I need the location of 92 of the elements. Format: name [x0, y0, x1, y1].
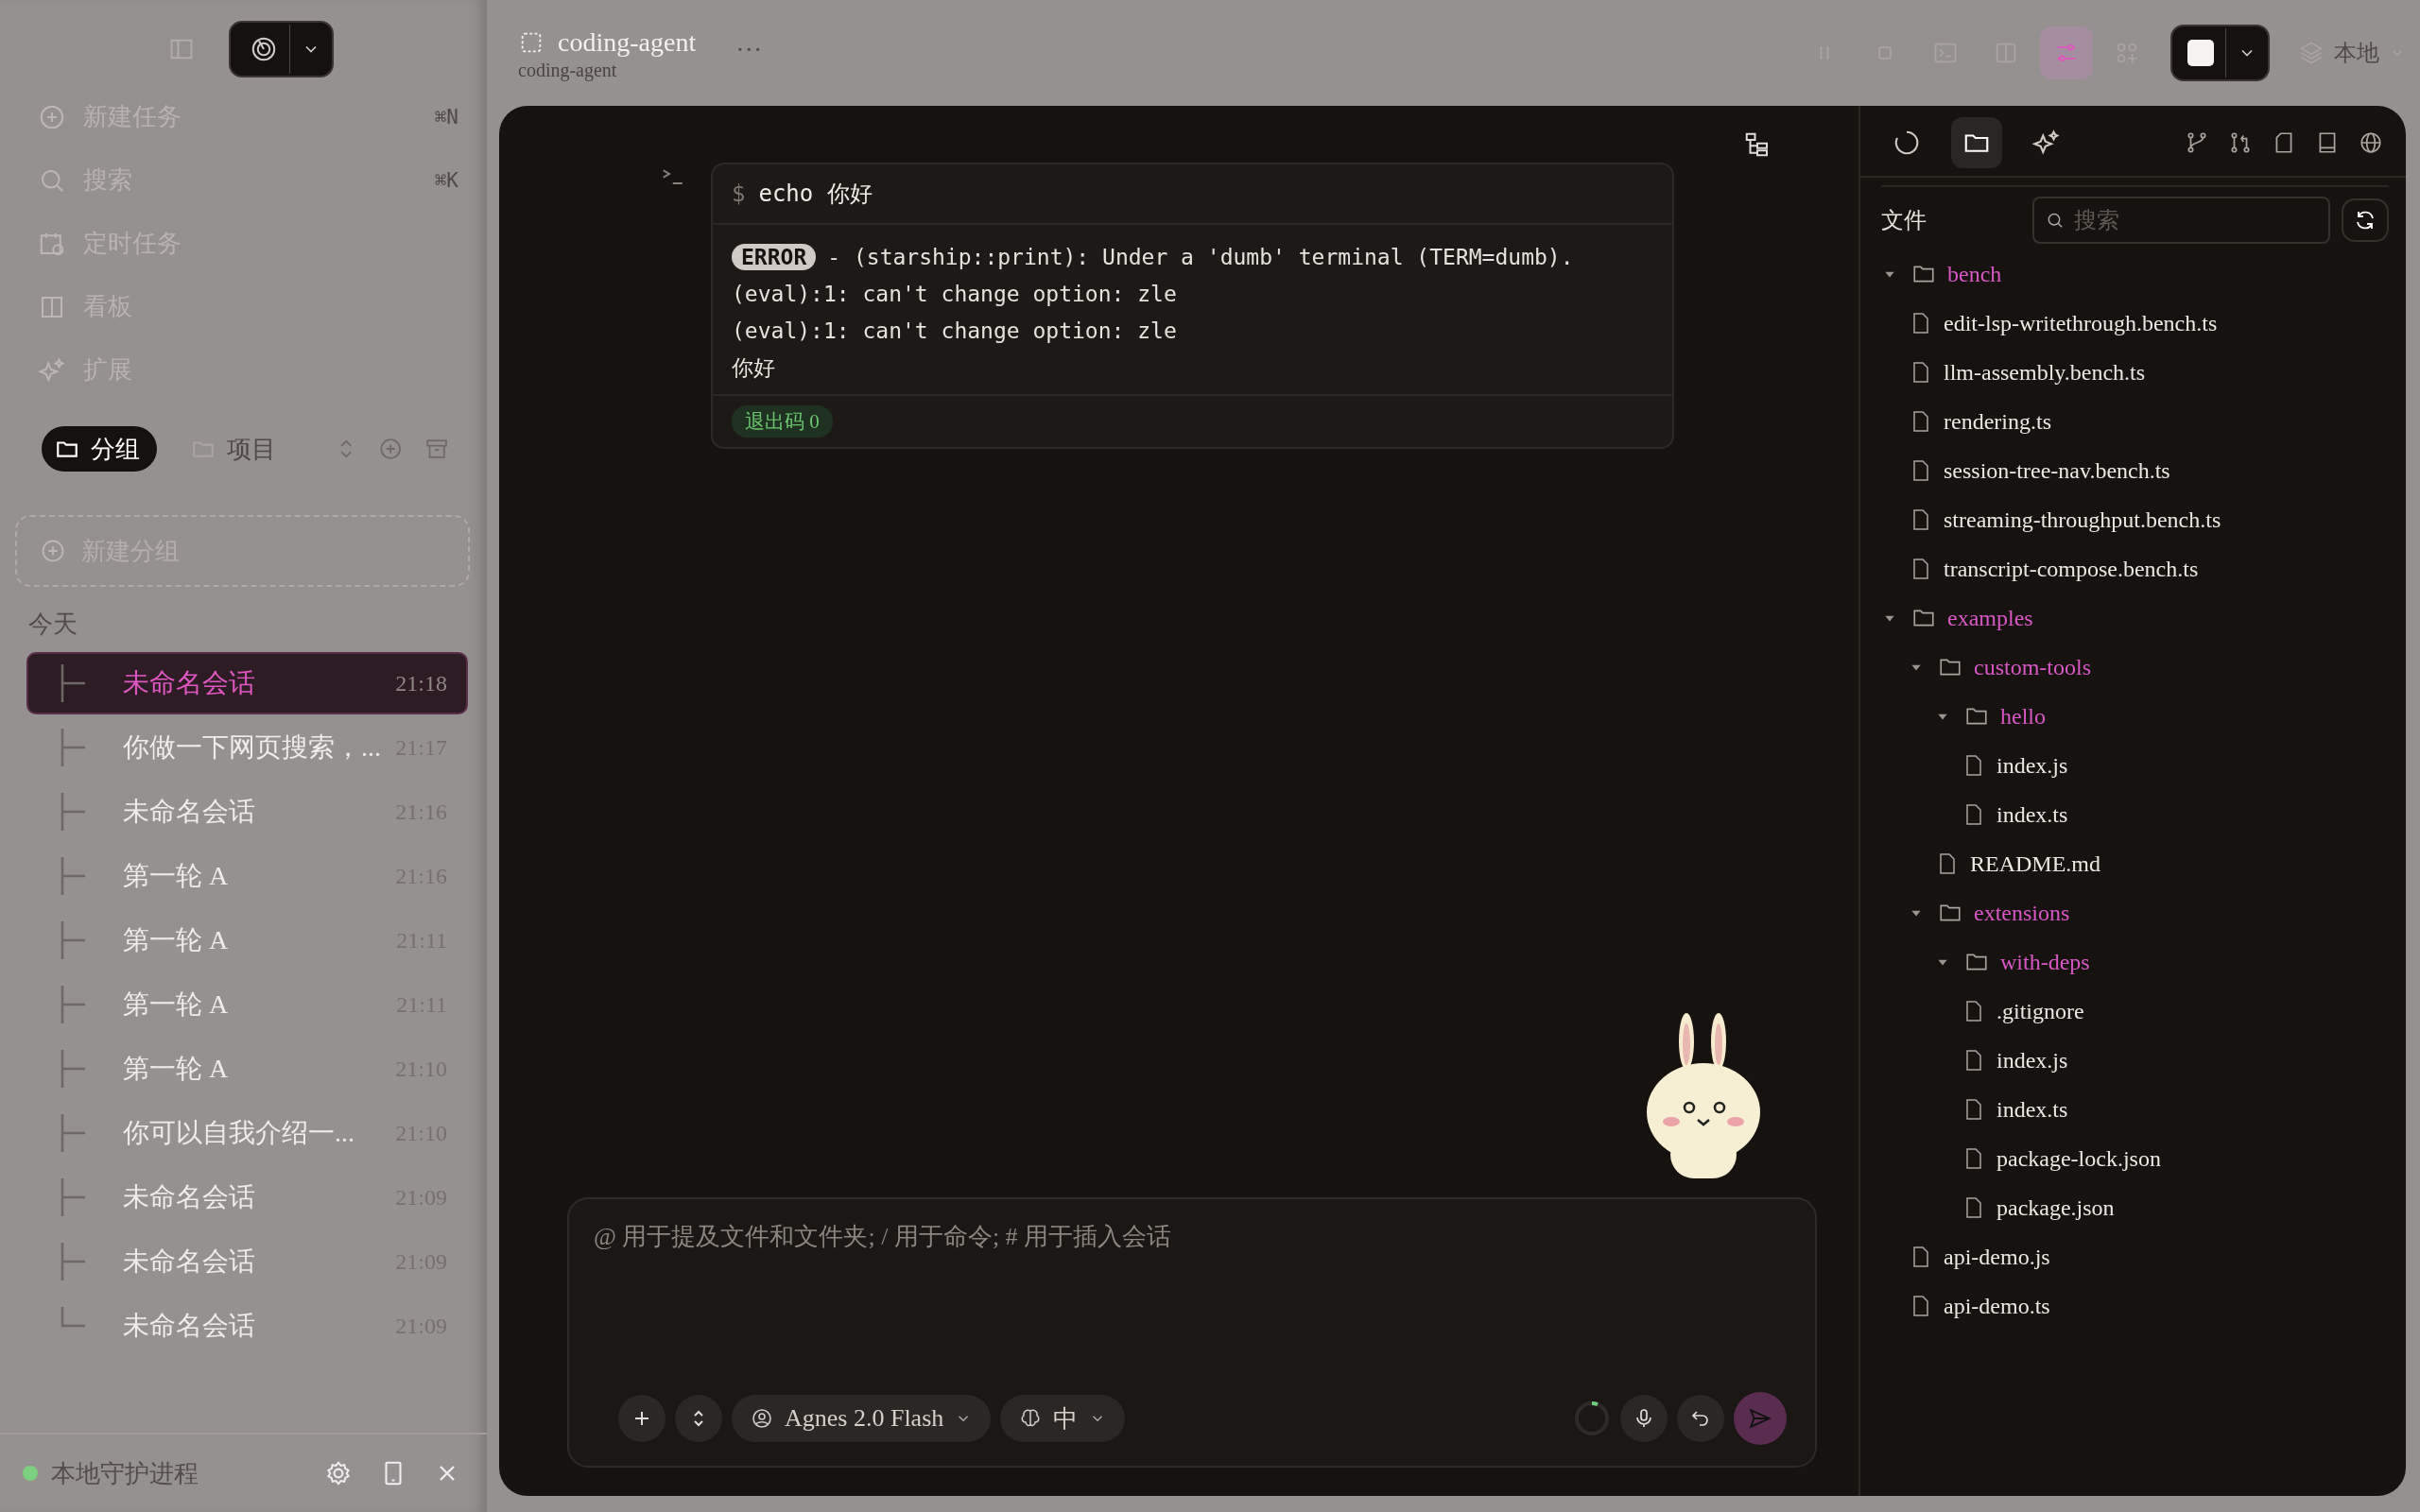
session-title: 未命名会话: [123, 1310, 255, 1342]
branch-icon[interactable]: [2185, 130, 2209, 155]
file-name[interactable]: api-demo.ts: [1944, 1293, 2050, 1319]
globe-icon[interactable]: [2359, 130, 2383, 155]
view-tab[interactable]: 项目: [178, 426, 293, 472]
user-circle-icon: [751, 1407, 773, 1430]
model-selector[interactable]: Agnes 2.0 Flash: [732, 1395, 992, 1442]
shortcut-label: ⌘N: [434, 105, 458, 129]
search-input[interactable]: 搜索: [2071, 206, 2317, 234]
prompt-symbol: $: [732, 180, 746, 207]
output-line: - (starship::print): Under a 'dumb' terminal (TERM=dumb).: [827, 245, 1574, 269]
file-name[interactable]: package-lock.json: [1996, 1145, 2161, 1172]
tree-branch-icon: [60, 857, 85, 895]
window-title: coding-agent: [558, 26, 697, 58]
session-title: 你可以自我介绍一...: [123, 1117, 354, 1149]
file-name[interactable]: session-tree-nav.bench.ts: [1944, 457, 2170, 484]
file-name[interactable]: README.md: [1970, 850, 2100, 877]
file-name[interactable]: package.json: [1996, 1194, 2115, 1221]
settings-icon[interactable]: [324, 1459, 353, 1487]
sparkle-icon: [38, 355, 66, 385]
session-title: 未命名会话: [123, 1181, 255, 1213]
expand-button[interactable]: [675, 1395, 722, 1442]
folder-name[interactable]: custom-tools: [1974, 654, 2091, 680]
file-name[interactable]: llm-assembly.bench.ts: [1944, 359, 2146, 386]
effort-selector[interactable]: 中: [1000, 1395, 1126, 1442]
file-name[interactable]: .gitignore: [1996, 998, 2084, 1024]
file-name[interactable]: edit-lsp-writethrough.bench.ts: [1944, 310, 2218, 336]
window-subtitle: coding-agent: [518, 59, 618, 81]
session-title: 未命名会话: [123, 796, 255, 828]
tree-branch-icon: [60, 793, 85, 831]
message-composer[interactable]: @ 用于提及文件和文件夹; / 用于命令; # 用于插入会话 Agnes 2.0 Flash 中: [567, 1197, 1817, 1468]
tree-branch-icon: [60, 1178, 85, 1216]
add-button[interactable]: [618, 1395, 666, 1442]
file-name[interactable]: rendering.ts: [1944, 408, 2051, 435]
file-name[interactable]: index.js: [1996, 752, 2068, 779]
file-name[interactable]: streaming-throughput.bench.ts: [1944, 507, 2221, 533]
folder-name[interactable]: hello: [2000, 703, 2046, 730]
tree-branch-icon: [60, 1114, 85, 1152]
tree-branch-icon: [60, 1243, 85, 1280]
session-title: 你做一下网页搜索，...: [123, 731, 381, 764]
session-title: 第一轮 A: [123, 988, 229, 1021]
status-label: 本地守护进程: [51, 1458, 199, 1489]
message-input[interactable]: @ 用于提及文件和文件夹; / 用于命令; # 用于插入会话: [592, 1222, 1787, 1252]
folder-icon[interactable]: [1951, 117, 2002, 168]
output-line: (eval):1: can't change option: zle: [732, 282, 1177, 306]
session-time: 21:18: [395, 670, 447, 696]
exit-code-badge: 退出码 0: [732, 405, 833, 438]
session-title: 第一轮 A: [123, 924, 229, 956]
loading-spinner-icon: [1573, 1400, 1611, 1437]
send-icon: [1748, 1406, 1772, 1431]
tree-branch-icon: [60, 729, 85, 766]
refresh-icon: [2354, 209, 2377, 232]
session-title: 第一轮 A: [123, 1053, 229, 1085]
file-name[interactable]: index.ts: [1996, 1096, 2068, 1123]
tree-branch-icon: [60, 1050, 85, 1088]
agent-switcher[interactable]: [229, 21, 334, 77]
sliders-icon[interactable]: [2040, 26, 2093, 79]
tree-branch-icon: [60, 664, 85, 702]
color-picker-button[interactable]: [2170, 25, 2270, 81]
tree-branch-icon: [60, 921, 85, 959]
file-name[interactable]: index.js: [1996, 1047, 2068, 1074]
location-selector[interactable]: 本地: [2298, 38, 2406, 68]
output-line: 你好: [732, 353, 775, 382]
section-heading: 今天: [27, 610, 78, 640]
shortcut-label: ⌘K: [434, 168, 458, 192]
session-item[interactable]: 未命名会话 21:18: [26, 652, 468, 714]
more-button[interactable]: …: [735, 26, 763, 58]
session-title: 未命名会话: [123, 1246, 255, 1278]
folder-name[interactable]: examples: [1947, 605, 2033, 631]
tree-branch-icon: [60, 986, 85, 1023]
output-line: (eval):1: can't change option: zle: [732, 318, 1177, 343]
panel-title: 文件: [1881, 207, 1927, 234]
pull-request-icon[interactable]: [2228, 130, 2253, 155]
view-tab[interactable]: 分组: [42, 426, 157, 472]
file-name[interactable]: transcript-compose.bench.ts: [1944, 556, 2199, 582]
tree-branch-icon: [60, 1307, 85, 1328]
folder-name[interactable]: extensions: [1974, 900, 2070, 926]
refresh-button[interactable]: [2342, 198, 2389, 242]
folder-name[interactable]: bench: [1947, 261, 2002, 287]
file-search-field[interactable]: 搜索: [2032, 197, 2330, 244]
microphone-button[interactable]: [1620, 1395, 1668, 1442]
command-text: echo 你好: [758, 180, 873, 209]
error-badge: ERROR: [732, 244, 817, 270]
plus-circle-icon: [40, 538, 66, 564]
status-dot: [23, 1466, 38, 1481]
file-name[interactable]: index.ts: [1996, 801, 2068, 828]
file-name[interactable]: api-demo.js: [1944, 1244, 2050, 1270]
undo-button[interactable]: [1677, 1395, 1724, 1442]
folder-name[interactable]: with-deps: [2000, 949, 2090, 975]
session-title: 未命名会话: [123, 667, 255, 699]
color-swatch-icon: [2187, 40, 2214, 66]
session-title: 第一轮 A: [123, 860, 229, 892]
